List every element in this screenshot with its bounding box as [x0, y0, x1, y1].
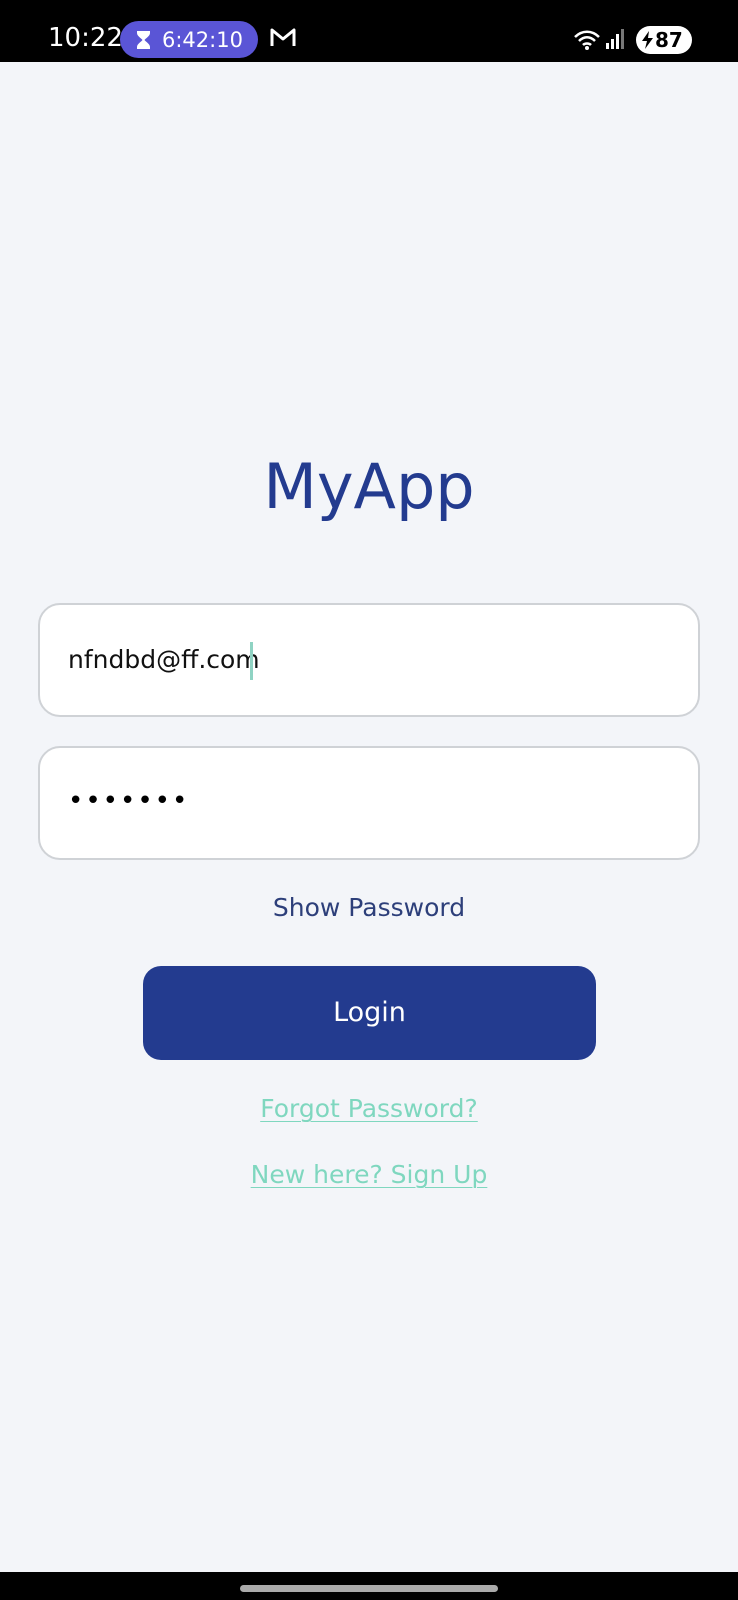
email-field[interactable]: nfndbd@ff.com	[38, 603, 700, 717]
app-title: MyApp	[263, 450, 475, 523]
text-cursor	[250, 642, 253, 680]
password-value[interactable]: •••••••	[68, 786, 189, 816]
forgot-password-link[interactable]: Forgot Password?	[0, 1094, 738, 1124]
email-value[interactable]: nfndbd@ff.com	[68, 645, 260, 675]
gmail-icon	[270, 28, 296, 46]
status-time: 10:22	[48, 23, 123, 53]
battery-icon: 87	[636, 26, 692, 54]
signup-link[interactable]: New here? Sign Up	[0, 1160, 738, 1190]
timer-pill[interactable]: 6:42:10	[120, 21, 258, 58]
login-button[interactable]: Login	[143, 966, 596, 1060]
show-password-toggle[interactable]: Show Password	[0, 893, 738, 923]
wifi-icon	[574, 30, 600, 50]
signal-icon	[606, 29, 624, 49]
charging-bolt-icon	[642, 31, 653, 49]
status-bar: 10:22 6:42:10 87	[0, 0, 738, 62]
hourglass-icon	[137, 31, 150, 49]
battery-level: 87	[655, 28, 683, 52]
login-label: Login	[333, 997, 406, 1028]
home-indicator[interactable]	[240, 1585, 498, 1592]
password-field[interactable]: •••••••	[38, 746, 700, 860]
timer-text: 6:42:10	[162, 28, 243, 52]
